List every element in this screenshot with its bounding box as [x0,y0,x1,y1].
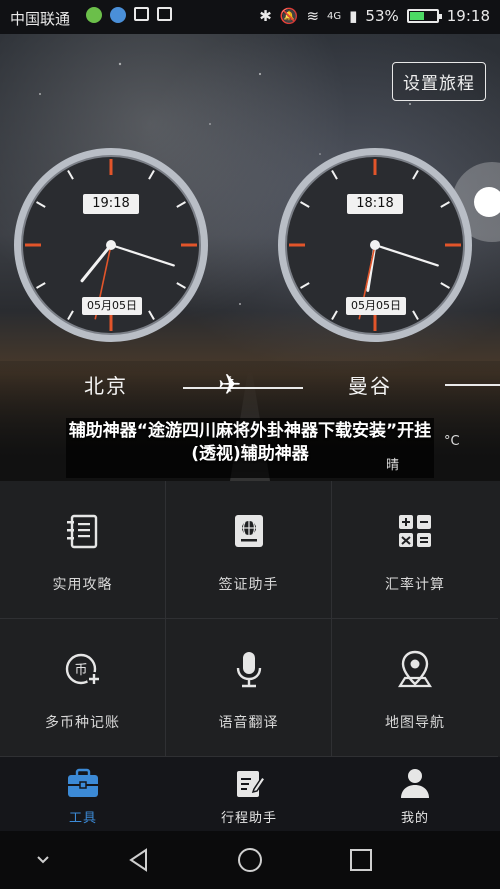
tool-label: 地图导航 [385,715,445,731]
briefcase-notification-icon [134,7,149,21]
wifi-icon: ≋ [306,7,320,25]
from-city: 北京 [84,374,128,398]
status-right: ✱ 🔕 ≋ 4G ▮ 53% 19:18 [259,7,490,25]
notebook-icon [66,514,97,549]
edit-document-icon [237,771,266,797]
tab-profile[interactable]: 我的 [332,757,498,831]
tool-map[interactable]: 地图导航 [332,619,498,757]
clock-center [370,240,380,250]
clock-date-label: 05月05日 [346,297,406,315]
system-navigation-bar [0,831,500,889]
currency-add-icon: 币 [65,653,101,686]
airplane-icon: ✈ [218,368,242,401]
tool-label: 签证助手 [218,577,279,593]
network-type: 4G [327,10,342,22]
tool-label: 实用攻略 [52,577,113,593]
carrier-name: 中国联通 [10,10,71,28]
back-icon[interactable] [126,847,152,873]
signal-icon: ▮ [349,7,358,25]
tool-label: 语音翻译 [218,715,279,731]
toolbox-icon [68,768,98,797]
tab-label: 我的 [400,811,429,826]
tool-exchange[interactable]: 汇率计算 [332,481,498,619]
hide-keyboard-icon[interactable] [30,847,56,873]
tab-trip-assistant[interactable]: 行程助手 [166,757,332,831]
tab-tools[interactable]: 工具 [0,757,166,831]
tool-visa[interactable]: 签证助手 [166,481,332,619]
clock-bangkok: 18:18 05月05日 [276,146,474,344]
status-bar: 中国联通 ✱ 🔕 ≋ 4G ▮ 53% 19:18 [0,0,500,34]
microphone-icon [236,652,261,688]
toggle-knob[interactable] [474,187,500,217]
tool-voice[interactable]: 语音翻译 [166,619,332,757]
calculator-icon [399,515,431,547]
hero-banner: 设置旅程 19:18 05月05日 18:18 05月05日 北京 ✈ 曼谷 °… [0,34,500,481]
mute-icon: 🔕 [279,7,299,25]
map-pin-icon [398,650,432,688]
set-trip-button[interactable]: 设置旅程 [392,62,486,101]
image-notification-icon [157,7,172,21]
home-icon[interactable] [237,847,263,873]
clock-center [106,240,116,250]
svg-text:币: 币 [74,663,87,678]
tool-multi-currency[interactable]: 币 多币种记账 [0,619,166,757]
recent-apps-icon[interactable] [348,847,374,873]
battery-icon [406,9,442,23]
app-notification-icon [86,7,102,23]
bottom-tab-bar: 工具 行程助手 我的 [0,757,500,831]
person-icon [401,769,429,798]
tool-label: 汇率计算 [385,577,445,593]
tab-label: 工具 [68,811,97,826]
battery-percent: 53% [365,7,399,25]
clock-time-label: 18:18 [347,194,403,214]
ad-headline[interactable]: 辅助神器“途游四川麻将外卦神器下载安装”开挂(透视)辅助神器 [68,420,432,466]
clock-time: 19:18 [446,7,490,25]
tool-label: 多币种记账 [45,715,120,731]
route-line-right [445,384,500,386]
passport-globe-icon [234,515,263,547]
clock-date-label: 05月05日 [82,297,142,315]
clock-time-label: 19:18 [83,194,139,214]
tool-guide[interactable]: 实用攻略 [0,481,166,619]
browser-notification-icon [110,7,126,23]
route-line [183,387,303,389]
to-city: 曼谷 [348,374,392,398]
clock-beijing: 19:18 05月05日 [12,146,210,344]
notification-icons [86,7,172,23]
tools-grid: 实用攻略 签证助手 汇率计算 币 多币种记账 语音翻译 地图导航 [0,481,500,757]
bluetooth-icon: ✱ [259,7,272,25]
temperature-unit: °C [444,434,460,449]
route-row: 北京 ✈ 曼谷 [0,364,500,404]
tab-label: 行程助手 [220,811,277,826]
